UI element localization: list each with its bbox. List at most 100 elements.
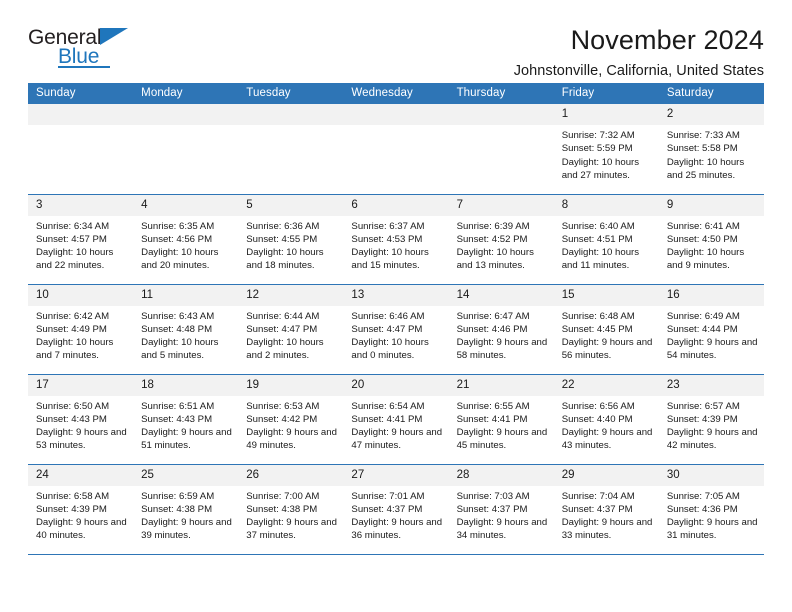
sunset-text: Sunset: 5:59 PM [561, 143, 633, 155]
calendar-day-cell[interactable]: 16 Sunrise: 6:49 AM Sunset: 4:44 PM Dayligh… [658, 284, 764, 375]
day-number: 2 [658, 104, 764, 125]
calendar-day-cell[interactable]: 27 Sunrise: 7:01 AM Sunset: 4:37 PM Dayligh… [343, 464, 449, 555]
sunset-text: Sunset: 4:39 PM [666, 413, 738, 425]
sunset-text: Sunset: 4:46 PM [456, 323, 528, 335]
calendar-day-cell[interactable]: 24 Sunrise: 6:58 AM Sunset: 4:39 PM Dayligh… [28, 464, 134, 555]
calendar-day-cell[interactable]: 14 Sunrise: 6:47 AM Sunset: 4:46 PM Dayligh… [448, 284, 554, 375]
weekday-header-friday: Friday [553, 83, 659, 104]
day-sun-info: Sunrise: 6:53 AM Sunset: 4:42 PM Daylight:… [238, 396, 343, 453]
page-header: General Blue November 2024 Johnstonville… [28, 0, 764, 80]
calendar-day-cell[interactable]: 26 Sunrise: 7:00 AM Sunset: 4:38 PM Dayligh… [238, 464, 344, 555]
calendar-day-cell[interactable]: 1 Sunrise: 7:32 AM Sunset: 5:59 PM Daylight… [553, 104, 659, 195]
day-sun-info: Sunrise: 6:39 AM Sunset: 4:52 PM Daylight:… [449, 216, 554, 273]
calendar-day-cell[interactable]: 18 Sunrise: 6:51 AM Sunset: 4:43 PM Dayligh… [133, 374, 239, 465]
calendar-day-cell[interactable]: 6 Sunrise: 6:37 AM Sunset: 4:53 PM Daylight… [343, 194, 449, 285]
sunrise-text: Sunrise: 6:53 AM [246, 400, 320, 412]
calendar-day-cell[interactable]: 21 Sunrise: 6:55 AM Sunset: 4:41 PM Dayligh… [448, 374, 554, 465]
calendar-day-cell[interactable]: 11 Sunrise: 6:43 AM Sunset: 4:48 PM Dayligh… [133, 284, 239, 375]
day-sun-info: Sunrise: 6:41 AM Sunset: 4:50 PM Daylight:… [659, 216, 764, 273]
day-number: 4 [133, 194, 239, 216]
day-number: 30 [658, 464, 764, 486]
calendar-day-cell[interactable]: 7 Sunrise: 6:39 AM Sunset: 4:52 PM Daylight… [448, 194, 554, 285]
calendar-day-cell[interactable]: 19 Sunrise: 6:53 AM Sunset: 4:42 PM Dayligh… [238, 374, 344, 465]
daylight-text: Daylight: 10 hours and 11 minutes. [561, 247, 640, 272]
day-sun-info: Sunrise: 6:43 AM Sunset: 4:48 PM Daylight:… [133, 306, 238, 363]
calendar-day-cell[interactable]: 25 Sunrise: 6:59 AM Sunset: 4:38 PM Dayligh… [133, 464, 239, 555]
calendar-day-cell[interactable]: 22 Sunrise: 6:56 AM Sunset: 4:40 PM Dayligh… [553, 374, 659, 465]
daylight-text: Daylight: 9 hours and 47 minutes. [351, 427, 443, 452]
calendar-day-cell[interactable]: 9 Sunrise: 6:41 AM Sunset: 4:50 PM Daylight… [658, 194, 764, 285]
day-cell-content: 13 Sunrise: 6:46 AM Sunset: 4:47 PM Dayligh… [343, 284, 449, 374]
daylight-text: Daylight: 10 hours and 27 minutes. [561, 156, 640, 181]
day-cell-content: 10 Sunrise: 6:42 AM Sunset: 4:49 PM Dayligh… [28, 284, 134, 374]
calendar-day-cell[interactable]: 20 Sunrise: 6:54 AM Sunset: 4:41 PM Dayligh… [343, 374, 449, 465]
day-cell-content: 1 Sunrise: 7:32 AM Sunset: 5:59 PM Daylight… [553, 104, 659, 193]
calendar-day-cell[interactable]: 13 Sunrise: 6:46 AM Sunset: 4:47 PM Dayligh… [343, 284, 449, 375]
day-number: 8 [553, 194, 659, 216]
sunrise-text: Sunrise: 6:35 AM [141, 220, 215, 232]
calendar-day-cell[interactable]: 23 Sunrise: 6:57 AM Sunset: 4:39 PM Dayligh… [658, 374, 764, 465]
calendar-day-cell[interactable]: 12 Sunrise: 6:44 AM Sunset: 4:47 PM Dayligh… [238, 284, 344, 375]
sunset-text: Sunset: 4:47 PM [351, 323, 423, 335]
day-number: 13 [343, 284, 449, 306]
day-cell-content: 14 Sunrise: 6:47 AM Sunset: 4:46 PM Dayligh… [448, 284, 554, 374]
calendar-day-cell[interactable]: 5 Sunrise: 6:36 AM Sunset: 4:55 PM Daylight… [238, 194, 344, 285]
day-cell-content [238, 104, 344, 193]
calendar-day-cell[interactable]: 3 Sunrise: 6:34 AM Sunset: 4:57 PM Daylight… [28, 194, 134, 285]
day-sun-info: Sunrise: 6:54 AM Sunset: 4:41 PM Daylight:… [343, 396, 448, 453]
day-number: 14 [448, 284, 554, 306]
day-number: 20 [343, 374, 449, 396]
sunset-text: Sunset: 4:37 PM [561, 503, 633, 515]
calendar-day-cell-empty [133, 104, 239, 195]
day-cell-content: 16 Sunrise: 6:49 AM Sunset: 4:44 PM Dayligh… [658, 284, 764, 374]
day-cell-content: 7 Sunrise: 6:39 AM Sunset: 4:52 PM Daylight… [448, 194, 554, 284]
calendar-day-cell[interactable]: 4 Sunrise: 6:35 AM Sunset: 4:56 PM Daylight… [133, 194, 239, 285]
day-number: 26 [238, 464, 344, 486]
sunset-text: Sunset: 4:53 PM [351, 233, 423, 245]
calendar-week-row: 24 Sunrise: 6:58 AM Sunset: 4:39 PM Dayligh… [28, 464, 764, 555]
day-number: 28 [448, 464, 554, 486]
calendar-header-row: Sunday Monday Tuesday Wednesday Thursday… [28, 83, 764, 104]
weekday-header-tuesday: Tuesday [238, 83, 344, 104]
daylight-text: Daylight: 9 hours and 43 minutes. [561, 427, 653, 452]
sunrise-text: Sunrise: 6:34 AM [36, 220, 110, 232]
day-number [343, 104, 449, 125]
sunset-text: Sunset: 4:37 PM [351, 503, 423, 515]
calendar-day-cell[interactable]: 2 Sunrise: 7:33 AM Sunset: 5:58 PM Daylight… [658, 104, 764, 195]
daylight-text: Daylight: 9 hours and 40 minutes. [36, 517, 127, 542]
day-cell-content: 17 Sunrise: 6:50 AM Sunset: 4:43 PM Dayligh… [28, 374, 134, 464]
sunrise-text: Sunrise: 6:56 AM [561, 400, 635, 412]
calendar-day-cell[interactable]: 15 Sunrise: 6:48 AM Sunset: 4:45 PM Dayligh… [553, 284, 659, 375]
sunrise-text: Sunrise: 7:33 AM [666, 130, 740, 141]
calendar-day-cell-empty [238, 104, 344, 195]
day-number: 16 [658, 284, 764, 306]
daylight-text: Daylight: 9 hours and 33 minutes. [561, 517, 653, 542]
day-number: 9 [658, 194, 764, 216]
day-number: 29 [553, 464, 659, 486]
day-cell-content: 18 Sunrise: 6:51 AM Sunset: 4:43 PM Dayligh… [133, 374, 239, 464]
sunrise-text: Sunrise: 6:39 AM [456, 220, 530, 232]
calendar-day-cell[interactable]: 8 Sunrise: 6:40 AM Sunset: 4:51 PM Daylight… [553, 194, 659, 285]
daylight-text: Daylight: 9 hours and 53 minutes. [36, 427, 127, 452]
day-cell-content: 24 Sunrise: 6:58 AM Sunset: 4:39 PM Dayligh… [28, 464, 134, 554]
sunrise-text: Sunrise: 6:47 AM [456, 310, 530, 322]
sunrise-text: Sunrise: 6:36 AM [246, 220, 320, 232]
calendar-day-cell[interactable]: 10 Sunrise: 6:42 AM Sunset: 4:49 PM Dayligh… [28, 284, 134, 375]
sunset-text: Sunset: 4:41 PM [456, 413, 528, 425]
sunrise-text: Sunrise: 6:57 AM [666, 400, 740, 412]
calendar-day-cell[interactable]: 17 Sunrise: 6:50 AM Sunset: 4:43 PM Dayligh… [28, 374, 134, 465]
day-sun-info: Sunrise: 6:50 AM Sunset: 4:43 PM Daylight:… [28, 396, 133, 453]
sunset-text: Sunset: 4:44 PM [666, 323, 738, 335]
calendar-day-cell[interactable]: 28 Sunrise: 7:03 AM Sunset: 4:37 PM Dayligh… [448, 464, 554, 555]
sunset-text: Sunset: 4:36 PM [666, 503, 738, 515]
daylight-text: Daylight: 10 hours and 7 minutes. [36, 337, 114, 362]
day-cell-content: 19 Sunrise: 6:53 AM Sunset: 4:42 PM Dayligh… [238, 374, 344, 464]
day-number [133, 104, 239, 125]
sunset-text: Sunset: 4:38 PM [141, 503, 213, 515]
calendar-day-cell[interactable]: 29 Sunrise: 7:04 AM Sunset: 4:37 PM Dayligh… [553, 464, 659, 555]
calendar-day-cell[interactable]: 30 Sunrise: 7:05 AM Sunset: 4:36 PM Dayligh… [658, 464, 764, 555]
daylight-text: Daylight: 10 hours and 22 minutes. [36, 247, 114, 272]
page-title: November 2024 [570, 25, 764, 55]
day-cell-content: 28 Sunrise: 7:03 AM Sunset: 4:37 PM Dayligh… [448, 464, 554, 554]
sunset-text: Sunset: 4:49 PM [36, 323, 107, 335]
